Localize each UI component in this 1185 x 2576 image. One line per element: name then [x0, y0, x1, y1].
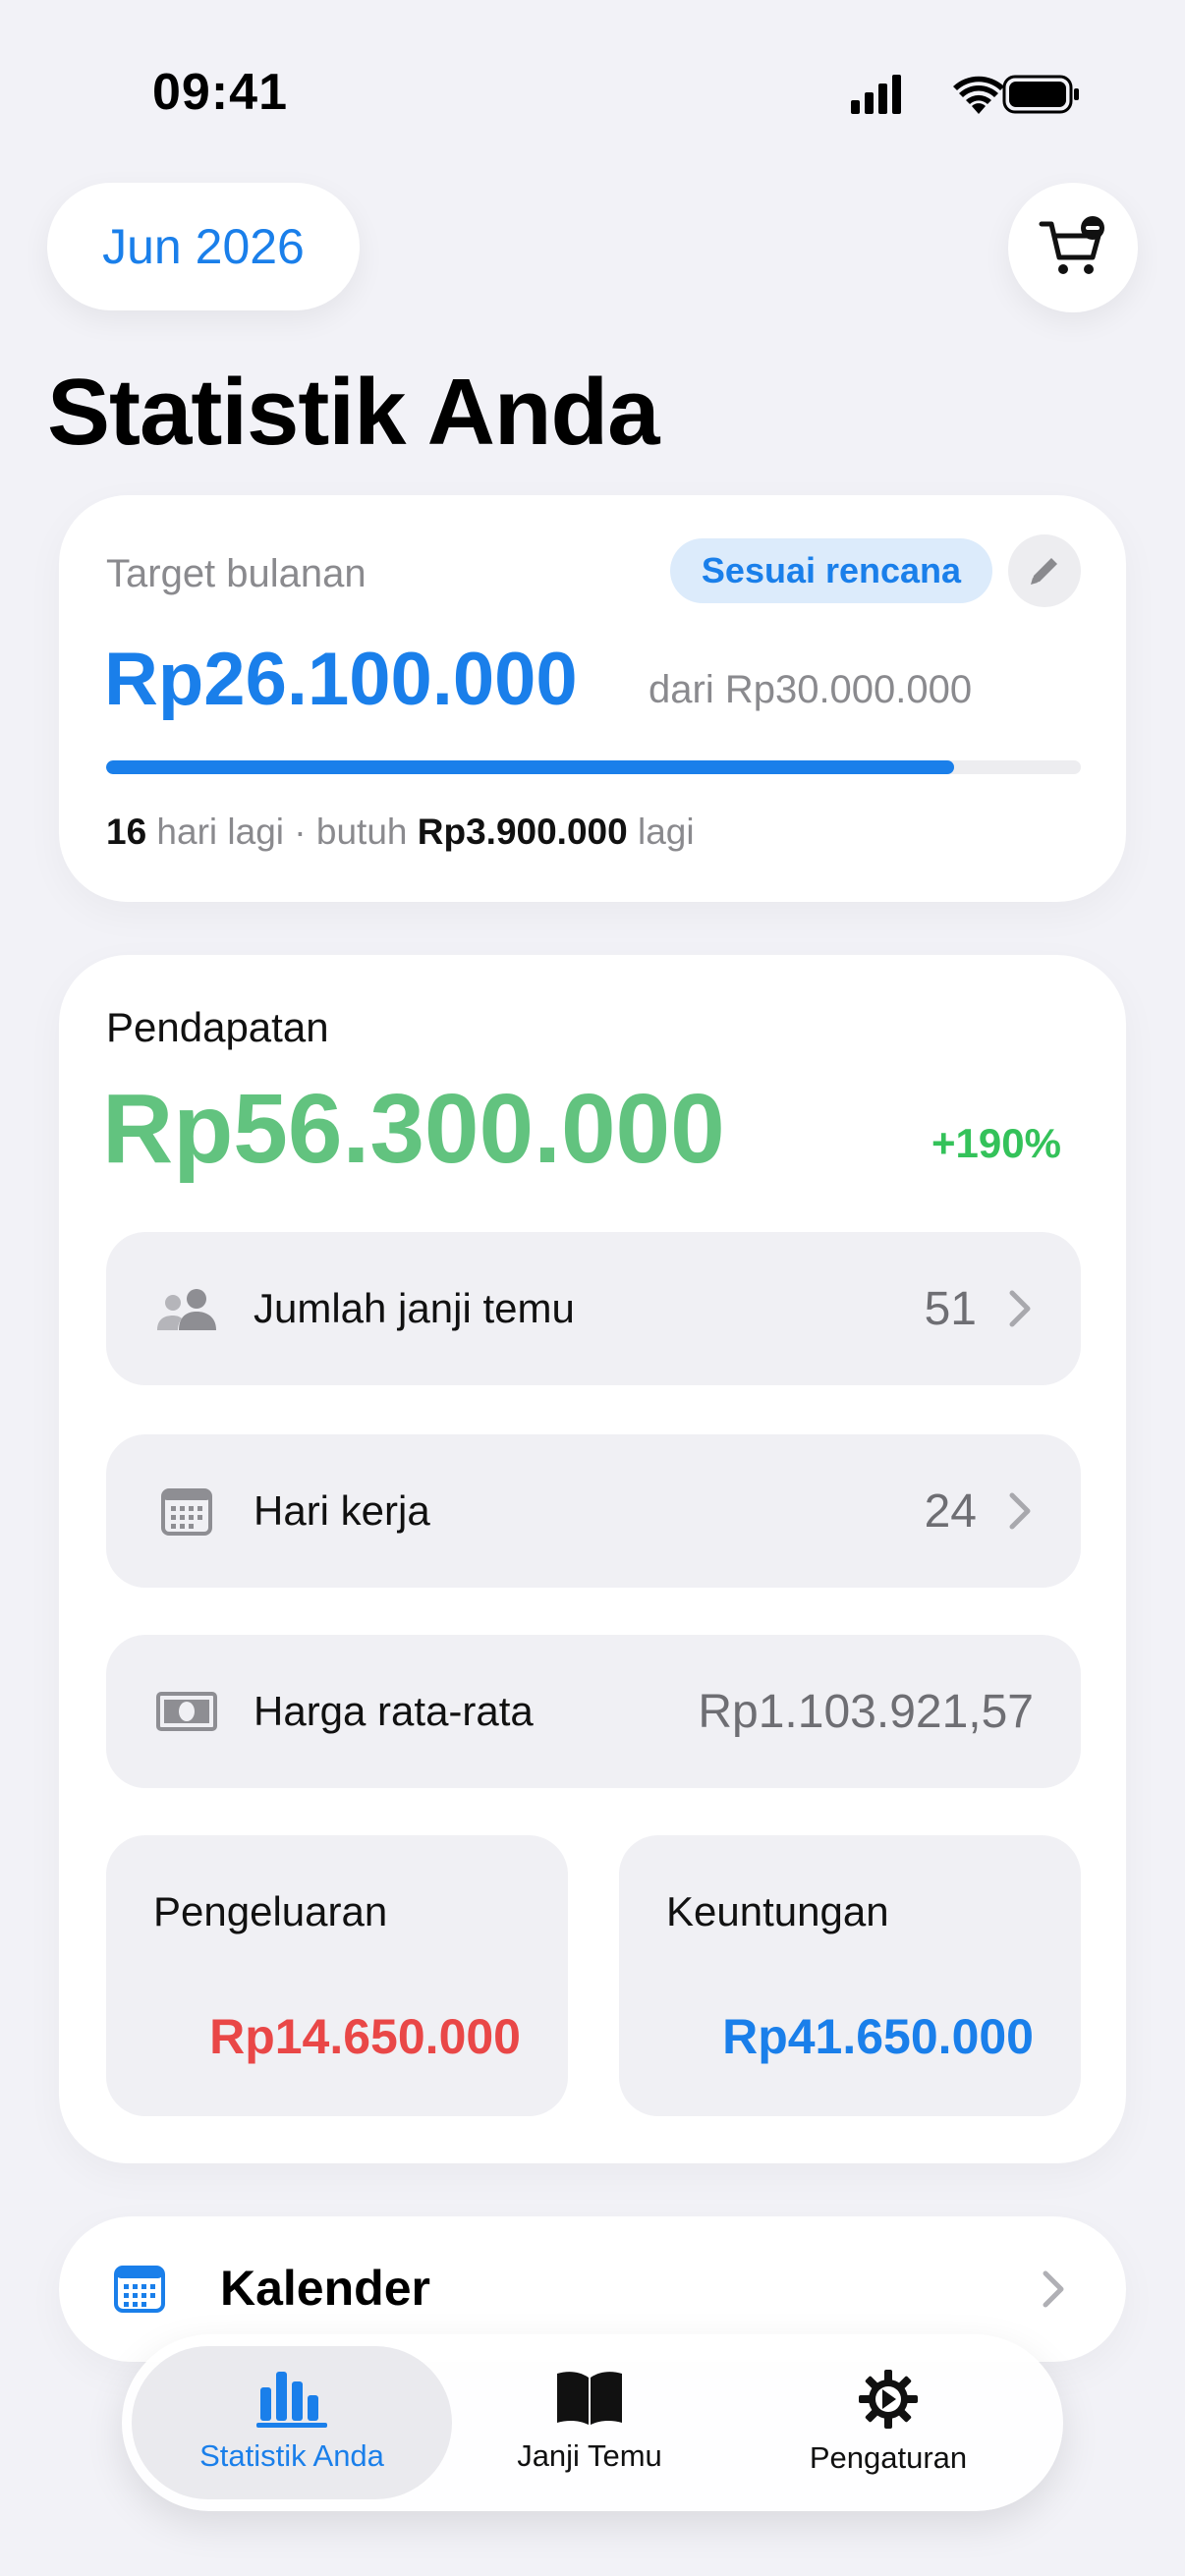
monthly-target-card: Target bulanan Sesuai rencana Rp26.100.0…	[59, 495, 1126, 902]
tab-bar: Statistik Anda Janji Temu Pengaturan	[122, 2334, 1063, 2511]
pencil-icon	[1031, 558, 1057, 585]
tab-appointments-label: Janji Temu	[517, 2438, 662, 2473]
status-time: 09:41	[152, 64, 288, 121]
expenses-tile: Pengeluaran Rp14.650.000	[106, 1835, 568, 2116]
target-progress-fill	[106, 760, 955, 774]
average-price-label: Harga rata-rata	[254, 1688, 534, 1734]
edit-target-button[interactable]	[1008, 534, 1081, 607]
appointments-count-label: Jumlah janji temu	[254, 1285, 575, 1331]
tab-statistics-label: Statistik Anda	[199, 2438, 384, 2473]
income-label: Pendapatan	[106, 1004, 329, 1050]
cart-remove-icon	[1039, 216, 1104, 274]
tab-settings-label: Pengaturan	[809, 2440, 968, 2475]
cart-button[interactable]	[1008, 183, 1138, 312]
target-footnote: 16 hari lagi · butuh Rp3.900.000 lagi	[106, 812, 695, 853]
income-card: Pendapatan Rp56.300.000 +190% Jumlah jan…	[59, 955, 1126, 2163]
days-left: 16	[106, 812, 147, 852]
gear-icon	[859, 2370, 918, 2429]
expenses-label: Pengeluaran	[153, 1888, 388, 1934]
amount-needed-suffix: lagi	[627, 812, 695, 852]
appointments-count-row[interactable]: Jumlah janji temu 51	[106, 1232, 1081, 1385]
bar-chart-icon	[256, 2372, 327, 2428]
income-amount: Rp56.300.000	[102, 1074, 725, 1184]
target-achieved-amount: Rp26.100.000	[104, 638, 578, 721]
amount-needed: Rp3.900.000	[417, 812, 628, 852]
average-price-value: Rp1.103.921,57	[698, 1685, 1034, 1738]
chevron-right-icon	[1043, 2270, 1064, 2308]
banknote-icon	[155, 1680, 218, 1743]
working-days-label: Hari kerja	[254, 1487, 430, 1534]
working-days-row[interactable]: Hari kerja 24	[106, 1434, 1081, 1588]
profit-tile: Keuntungan Rp41.650.000	[619, 1835, 1081, 2116]
tab-statistics[interactable]: Statistik Anda	[135, 2368, 449, 2474]
book-icon	[557, 2372, 622, 2425]
target-total-amount: dari Rp30.000.000	[649, 668, 973, 711]
page-title: Statistik Anda	[47, 360, 660, 465]
tab-appointments[interactable]: Janji Temu	[432, 2368, 747, 2474]
wifi-icon	[953, 76, 1004, 114]
target-progress-bar	[106, 760, 1081, 774]
tab-settings[interactable]: Pengaturan	[731, 2368, 1045, 2476]
target-label: Target bulanan	[106, 552, 367, 595]
calendar-label: Kalender	[220, 2261, 430, 2316]
battery-icon	[1002, 75, 1079, 114]
calendar-icon	[155, 1480, 218, 1542]
appointments-count-value: 51	[924, 1282, 977, 1335]
chevron-right-icon	[1009, 1290, 1031, 1327]
calendar-icon	[114, 2266, 165, 2313]
cellular-signal-icon	[851, 75, 901, 114]
average-price-row: Harga rata-rata Rp1.103.921,57	[106, 1635, 1081, 1788]
month-selector-button[interactable]: Jun 2026	[47, 183, 360, 310]
days-left-suffix: hari lagi · butuh	[146, 812, 418, 852]
people-icon	[155, 1277, 218, 1340]
expenses-value: Rp14.650.000	[209, 2009, 521, 2064]
income-change: +190%	[931, 1120, 1061, 1166]
profit-value: Rp41.650.000	[722, 2009, 1034, 2064]
profit-label: Keuntungan	[666, 1888, 889, 1934]
working-days-value: 24	[924, 1484, 977, 1538]
status-icons	[847, 71, 1083, 118]
status-badge: Sesuai rencana	[670, 538, 992, 603]
chevron-right-icon	[1009, 1492, 1031, 1530]
